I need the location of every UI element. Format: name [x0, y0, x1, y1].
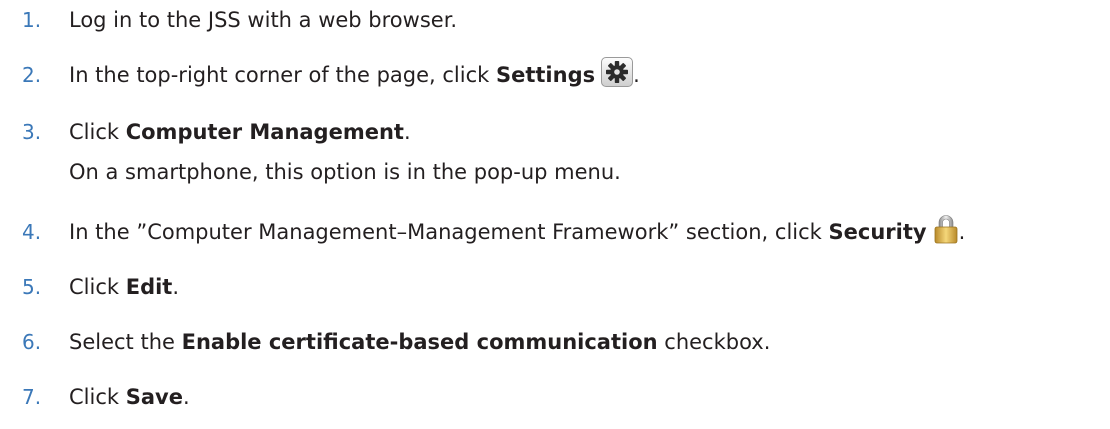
step-2: 2. In the top-right corner of the page, … [0, 55, 1110, 95]
ui-term-save: Save [125, 385, 183, 409]
step-6: 6. Select the Enable certificate-based c… [0, 322, 1110, 362]
step-text: In the top-right corner of the page, cli… [69, 57, 640, 91]
step-text: Click Computer Management. [69, 120, 411, 144]
step-number: 5. [22, 275, 42, 299]
step-text: Select the Enable certificate-based comm… [69, 330, 771, 354]
ui-term-enable-certificate: Enable certificate-based communication [181, 330, 658, 354]
step-5: 5. Click Edit. [0, 267, 1110, 307]
step-number: 3. [22, 120, 42, 144]
gear-icon [601, 57, 634, 87]
ui-term-computer-management: Computer Management [125, 120, 404, 144]
step-number: 2. [22, 63, 42, 87]
step-number: 1. [22, 8, 42, 32]
step-number: 7. [22, 385, 42, 409]
step-text: Click Save. [69, 385, 190, 409]
ui-term-edit: Edit [125, 275, 173, 299]
lock-icon [933, 214, 959, 244]
step-1: 1. Log in to the JSS with a web browser. [0, 0, 1110, 40]
step-3: 3. Click Computer Management. On a smart… [0, 112, 1110, 192]
ui-term-security: Security [828, 220, 927, 244]
instruction-steps: 1. Log in to the JSS with a web browser.… [0, 0, 1110, 429]
step-4: 4. In the ”Computer Management–Managemen… [0, 212, 1110, 252]
step-text: Log in to the JSS with a web browser. [69, 8, 458, 32]
step-text: In the ”Computer Management–Management F… [69, 215, 965, 248]
step-text: Click Edit. [69, 275, 180, 299]
step-7: 7. Click Save. [0, 377, 1110, 417]
ui-term-settings: Settings [495, 63, 596, 87]
step-number: 4. [22, 220, 42, 244]
step-note: On a smartphone, this option is in the p… [69, 160, 621, 184]
step-number: 6. [22, 330, 42, 354]
